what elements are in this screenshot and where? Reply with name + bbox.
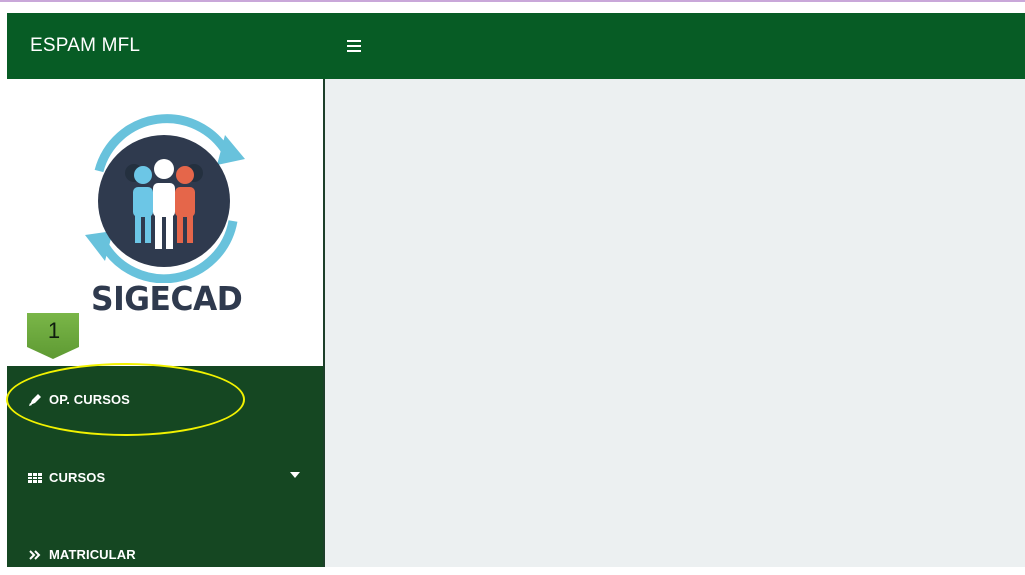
sidebar-item-label: MATRICULAR	[49, 547, 136, 562]
top-border	[0, 0, 1025, 2]
sigecad-logo-icon	[85, 114, 245, 283]
sidebar-item-op-cursos[interactable]: OP. CURSOS	[7, 380, 323, 420]
sidebar-item-matricular[interactable]: MATRICULAR	[7, 535, 323, 575]
sidebar-item-label: CURSOS	[49, 470, 106, 485]
sidebar-item-cursos[interactable]: CURSOS	[7, 458, 323, 498]
step-number: 1	[47, 318, 61, 343]
chevron-down-icon[interactable]	[290, 472, 300, 478]
sidebar-menu: OP. CURSOS CURSOS MATRICULAR	[7, 366, 323, 567]
logo-text: SIGECAD	[91, 279, 243, 318]
sidebar-item-label: OP. CURSOS	[49, 392, 130, 407]
main-content	[325, 79, 1025, 567]
hamburger-icon[interactable]	[347, 37, 361, 55]
top-navbar: ESPAM MFL	[7, 13, 1025, 79]
brand-title[interactable]: ESPAM MFL	[30, 13, 140, 79]
table-icon	[28, 473, 42, 483]
pencil-icon	[29, 394, 41, 406]
double-chevron-icon	[29, 550, 41, 560]
